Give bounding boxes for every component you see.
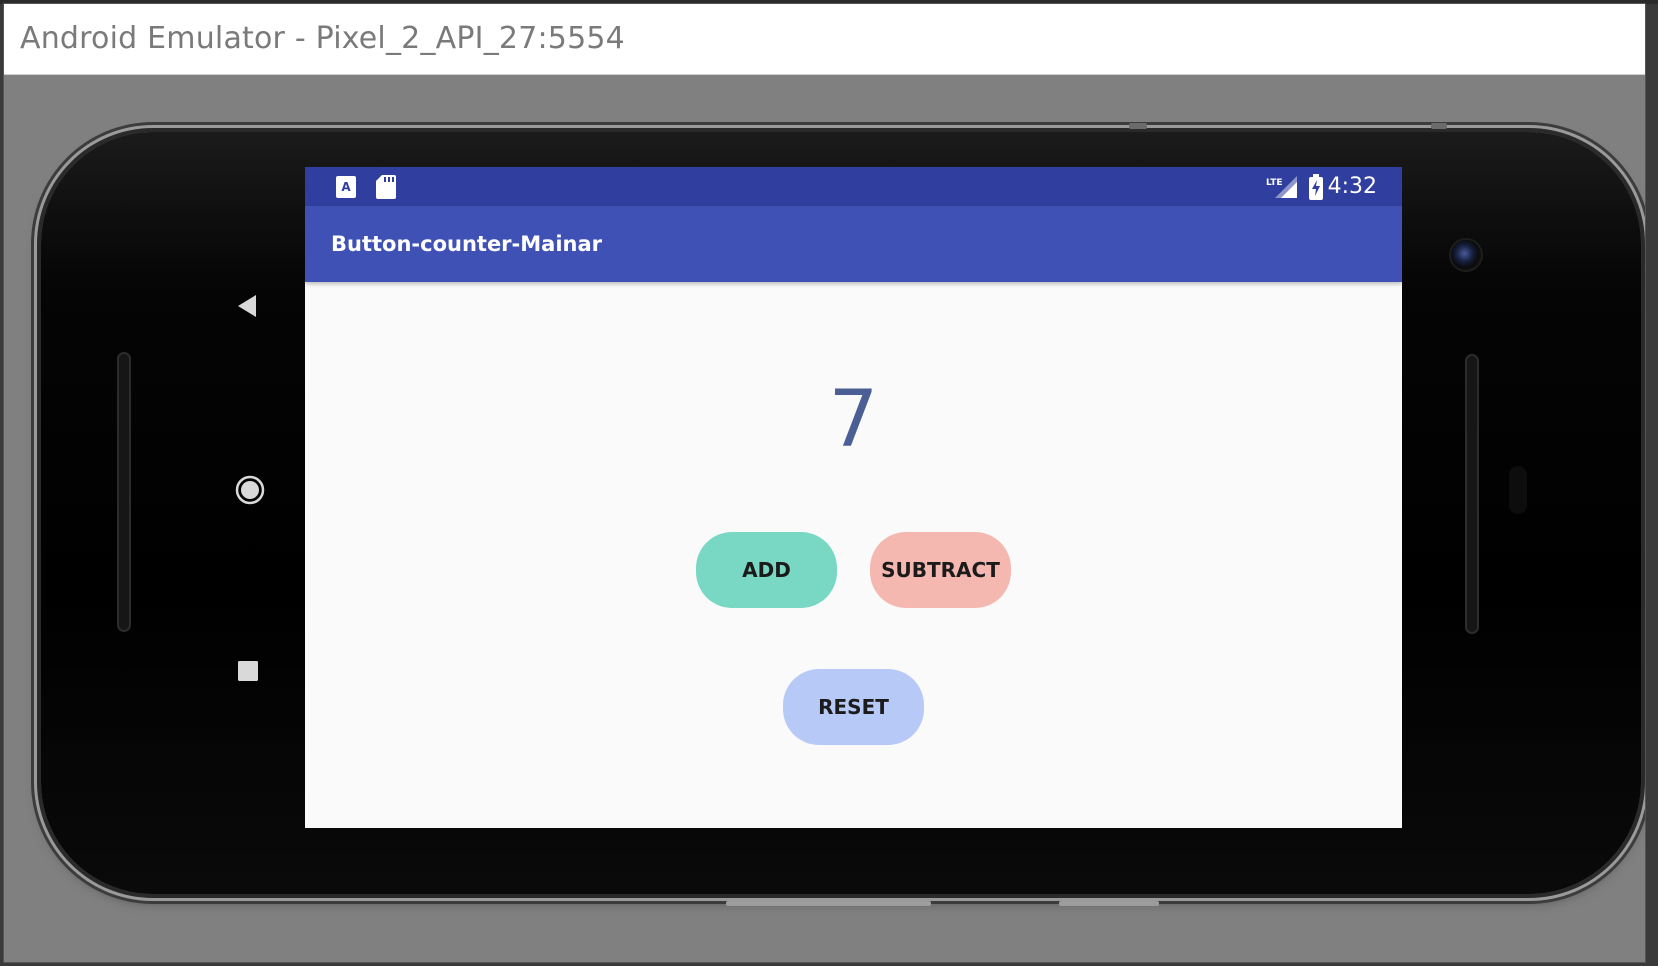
device-screen: A LTE 4:32 Button-counter-Mainar 7 ADD S — [305, 167, 1402, 828]
left-speaker-grille — [117, 352, 131, 632]
home-circle-icon[interactable] — [233, 473, 267, 507]
phone-volume-button — [1431, 123, 1447, 129]
app-title: Button-counter-Mainar — [331, 232, 603, 256]
network-type-label: LTE — [1266, 178, 1283, 188]
battery-charging-icon — [1305, 167, 1327, 206]
right-speaker-grille — [1465, 354, 1479, 634]
window-title: Android Emulator - Pixel_2_API_27:5554 — [20, 21, 625, 56]
phone-bottom-button-2 — [1059, 901, 1159, 906]
counter-value: 7 — [828, 375, 879, 465]
add-button[interactable]: ADD — [696, 532, 837, 608]
svg-text:A: A — [341, 180, 351, 194]
text-a-notification-icon: A — [333, 167, 359, 206]
back-triangle-icon[interactable] — [233, 292, 261, 320]
phone-bottom-button — [726, 901, 931, 906]
app-bar: Button-counter-Mainar — [305, 206, 1402, 282]
recents-square-icon[interactable] — [235, 658, 261, 684]
lte-signal-icon: LTE — [1265, 167, 1299, 206]
phone-power-button — [1129, 123, 1147, 129]
subtract-button[interactable]: SUBTRACT — [870, 532, 1011, 608]
proximity-sensor — [1509, 466, 1527, 514]
reset-button[interactable]: RESET — [783, 669, 924, 745]
window-titlebar[interactable]: Android Emulator - Pixel_2_API_27:5554 — [4, 4, 1645, 75]
front-camera-icon — [1451, 240, 1481, 270]
sd-card-icon — [373, 167, 399, 206]
status-clock: 4:32 — [1327, 174, 1377, 199]
status-bar: A LTE 4:32 — [305, 167, 1402, 206]
emulator-window: Android Emulator - Pixel_2_API_27:5554 A — [4, 4, 1645, 962]
